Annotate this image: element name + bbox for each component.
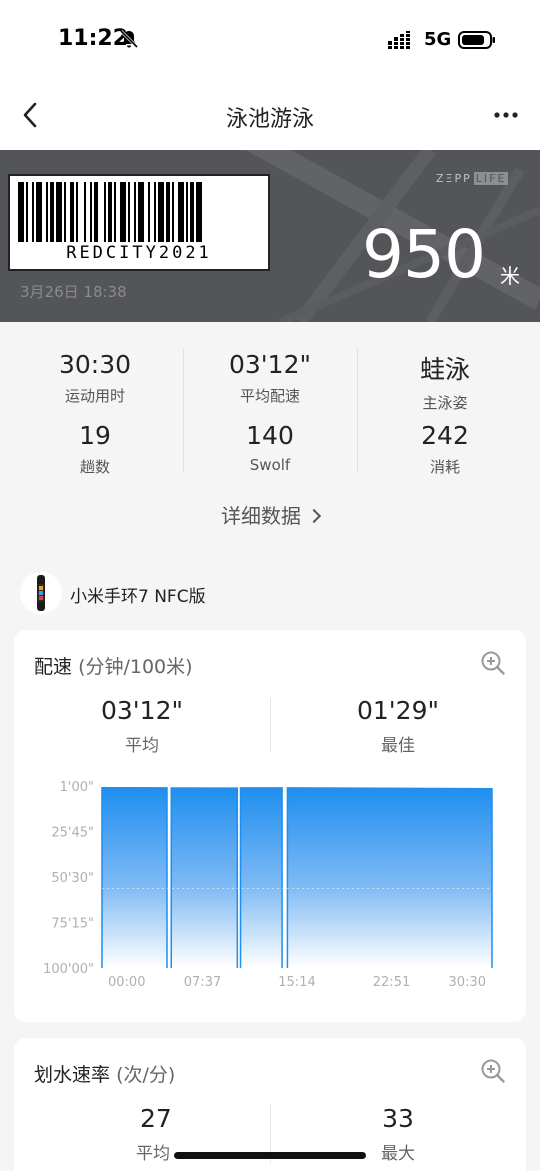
pace-card-title: 配速 (分钟/100米) bbox=[34, 656, 193, 678]
pace-segment-area bbox=[171, 787, 238, 968]
network-type: 5G bbox=[424, 29, 452, 50]
status-time: 11:22 bbox=[58, 26, 129, 51]
workout-stats: 30:30 运动用时 03'12" 平均配速 蛙泳 主泳姿 19 趟数 140 … bbox=[0, 322, 540, 550]
pace-chart: 1'00" 25'45" 50'30" 75'15" 100'00" 00:00 07:37… bbox=[43, 780, 493, 990]
y-tick-label: 75'15" bbox=[51, 917, 94, 932]
y-tick-label: 25'45" bbox=[51, 826, 94, 841]
stat-duration: 30:30 运动用时 bbox=[58, 350, 132, 405]
x-tick-label: 22:51 bbox=[373, 975, 410, 990]
page-title: 泳池游泳 bbox=[225, 107, 314, 132]
x-tick-label: 15:14 bbox=[278, 975, 315, 990]
nav-bar: 泳池游泳 bbox=[0, 80, 540, 150]
barcode-watermark: REDCITY2021 bbox=[8, 174, 270, 271]
workout-hero-banner: REDCITY2021 3月26日 18:38 ZΞPP LIFE 950 米 bbox=[0, 150, 540, 322]
y-tick-label: 1'00" bbox=[60, 780, 94, 795]
stat-main-stroke: 蛙泳 主泳姿 bbox=[419, 355, 470, 412]
distance-unit: 米 bbox=[500, 264, 520, 288]
stroke-card-title: 划水速率 (次/分) bbox=[34, 1064, 176, 1086]
zoom-in-icon[interactable] bbox=[480, 1058, 506, 1084]
stat-avg-pace: 03'12" 平均配速 bbox=[229, 350, 311, 405]
pace-segment-area bbox=[102, 787, 167, 968]
divider bbox=[183, 348, 184, 472]
workout-date: 3月26日 18:38 bbox=[20, 283, 127, 301]
x-tick-label: 30:30 bbox=[449, 975, 486, 990]
stat-calories: 242 消耗 bbox=[421, 421, 469, 476]
detailed-data-link[interactable]: 详细数据 bbox=[0, 500, 540, 529]
chevron-right-icon bbox=[306, 508, 322, 524]
pace-best: 01'29" 最佳 bbox=[357, 696, 439, 756]
battery-icon bbox=[458, 31, 495, 49]
bell-muted-icon bbox=[119, 29, 139, 49]
status-bar: 11:22 5G bbox=[0, 0, 540, 80]
y-tick-label: 100'00" bbox=[43, 962, 94, 977]
device-name: 小米手环7 NFC版 bbox=[70, 587, 206, 607]
home-indicator[interactable] bbox=[174, 1152, 366, 1159]
more-options-icon[interactable] bbox=[492, 106, 520, 124]
device-info: 小米手环7 NFC版 bbox=[20, 572, 520, 614]
divider bbox=[357, 348, 358, 472]
pace-average: 03'12" 平均 bbox=[101, 696, 183, 756]
barcode-text: REDCITY2021 bbox=[66, 243, 212, 263]
pace-segment-area bbox=[287, 787, 492, 968]
stat-swolf: 140 Swolf bbox=[246, 421, 294, 474]
stat-laps: 19 趟数 bbox=[79, 421, 111, 476]
zepp-life-logo: ZΞPP LIFE bbox=[436, 172, 509, 185]
x-tick-label: 07:37 bbox=[184, 975, 221, 990]
x-tick-label: 00:00 bbox=[108, 975, 145, 990]
pace-card: 配速 (分钟/100米) 03'12" 平均 01'29" 最佳 1'00" 25… bbox=[14, 630, 526, 1022]
distance-value: 950 bbox=[362, 216, 486, 293]
pace-segment-area bbox=[240, 787, 283, 968]
cellular-signal-icon bbox=[388, 31, 410, 49]
fitness-band-icon bbox=[20, 572, 62, 614]
zoom-in-icon[interactable] bbox=[480, 650, 506, 676]
y-tick-label: 50'30" bbox=[51, 871, 94, 886]
